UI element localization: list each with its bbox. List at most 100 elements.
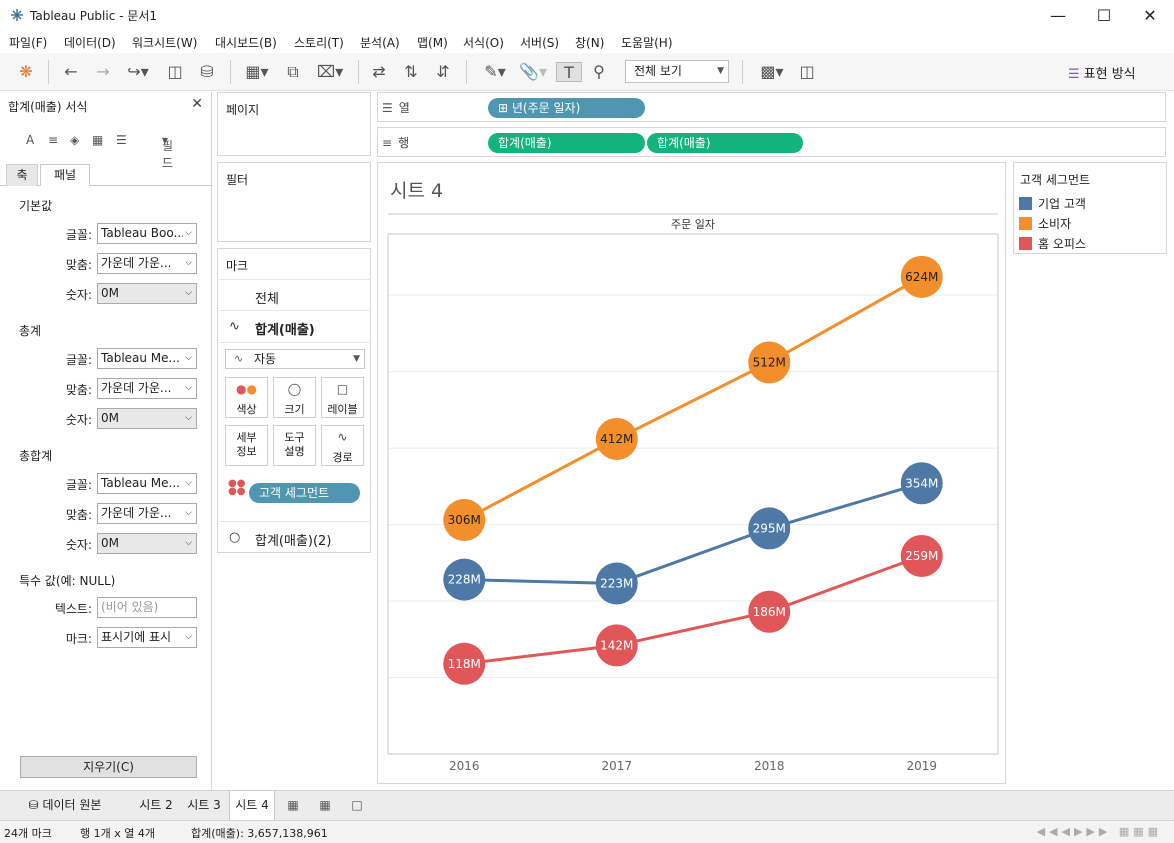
new-dashboard-icon[interactable]: ▦ bbox=[314, 791, 336, 820]
show-me-button[interactable]: ☰ 표현 방식 bbox=[1068, 63, 1136, 82]
fix-axes-icon[interactable]: ⚲ bbox=[588, 62, 610, 82]
data-label: 295M bbox=[753, 521, 786, 535]
data-label: 223M bbox=[600, 576, 633, 590]
menu-map[interactable]: 맵(M) bbox=[417, 34, 448, 51]
sheet-navigation-icons[interactable]: ◀◀◀▶▶▶ ▦▦▦ bbox=[1037, 825, 1162, 838]
grand-totals-number-select[interactable]: 0M ⌵ bbox=[97, 533, 197, 554]
new-worksheet-icon[interactable]: ▦▾ bbox=[240, 62, 274, 82]
color-pill-segment[interactable]: 고객 세그먼트 bbox=[249, 483, 360, 503]
default-font-select[interactable]: Tableau Boo... ⌵ bbox=[97, 223, 197, 244]
sheet-tab[interactable]: 시트 2 bbox=[133, 791, 179, 820]
label-button[interactable]: □ 레이블 bbox=[321, 377, 364, 418]
sheet-tab-active[interactable]: 시트 4 bbox=[229, 791, 275, 820]
maximize-icon[interactable]: ☐ bbox=[1081, 0, 1127, 31]
lines-format-icon[interactable]: ☰ bbox=[116, 133, 127, 147]
clear-button[interactable]: 지우기(C) bbox=[20, 756, 197, 778]
menu-format[interactable]: 서식(O) bbox=[463, 34, 504, 51]
menu-analysis[interactable]: 분석(A) bbox=[360, 34, 400, 51]
status-marks: 24개 마크 bbox=[4, 827, 52, 840]
year-order-date-pill[interactable]: ⊞ 년(주문 일자) bbox=[488, 98, 645, 118]
filters-card[interactable]: 필터 bbox=[217, 162, 371, 242]
menu-window[interactable]: 창(N) bbox=[575, 34, 604, 51]
sort-ascending-icon[interactable]: ⇅ bbox=[400, 62, 422, 82]
grand-totals-font-select[interactable]: Tableau Me... ⌵ bbox=[97, 473, 197, 494]
sum-sales-pill[interactable]: 합계(매출) bbox=[488, 133, 645, 153]
borders-format-icon[interactable]: ▦ bbox=[92, 133, 103, 147]
tab-axis[interactable]: 축 bbox=[6, 164, 38, 186]
tab-pane[interactable]: 패널 bbox=[40, 164, 90, 186]
replay-icon[interactable]: ↪▾ bbox=[122, 62, 154, 82]
show-me-icon: ☰ bbox=[1068, 67, 1080, 82]
sum-sales-pill[interactable]: 합계(매출) bbox=[647, 133, 803, 153]
rows-shelf[interactable]: ≡ 행 합계(매출) 합계(매출) bbox=[377, 127, 1166, 157]
presentation-mode-icon[interactable]: ◫ bbox=[796, 62, 818, 82]
x-tick-label: 2019 bbox=[906, 759, 937, 773]
path-button[interactable]: ∿ 경로 bbox=[321, 425, 364, 466]
window-title: Tableau Public - 문서1 bbox=[30, 9, 157, 23]
alignment-format-icon[interactable]: ≡ bbox=[48, 133, 58, 147]
redo-icon[interactable]: → bbox=[92, 62, 114, 82]
pages-card[interactable]: 페이지 bbox=[217, 92, 371, 156]
menu-data[interactable]: 데이터(D) bbox=[64, 34, 116, 51]
color-button[interactable]: ●● 색상 bbox=[225, 377, 268, 418]
swap-rows-columns-icon[interactable]: ⇄ bbox=[368, 62, 390, 82]
font-format-icon[interactable]: A bbox=[26, 133, 34, 147]
clear-sheet-icon[interactable]: ⌧▾ bbox=[312, 62, 348, 82]
section-special-values-heading: 특수 값(예: NULL) bbox=[19, 574, 116, 588]
show-mark-labels-icon[interactable]: T bbox=[556, 62, 582, 82]
default-alignment-select[interactable]: 가운데 가운... ⌵ bbox=[97, 253, 197, 274]
new-datasource-icon[interactable]: ⛁ bbox=[196, 62, 218, 82]
data-source-tab[interactable]: ⛁ 데이터 원본 bbox=[0, 791, 130, 820]
view-fit-select[interactable]: 전체 보기 ▼ bbox=[625, 60, 729, 83]
fields-dropdown[interactable]: 필드 ▾ bbox=[162, 133, 173, 170]
legend-item[interactable]: 홈 오피스 bbox=[1019, 235, 1086, 252]
columns-shelf[interactable]: ☰ 열 ⊞ 년(주문 일자) bbox=[377, 92, 1166, 122]
new-worksheet-icon[interactable]: ▦ bbox=[282, 791, 304, 820]
data-label: 259M bbox=[905, 549, 938, 563]
menu-worksheet[interactable]: 워크시트(W) bbox=[132, 34, 197, 51]
menu-help[interactable]: 도움말(H) bbox=[621, 34, 673, 51]
tableau-home-icon[interactable]: ❋ bbox=[16, 62, 36, 82]
new-story-icon[interactable]: □ bbox=[346, 791, 368, 820]
mark-type-select[interactable]: ∿ 자동 ▼ bbox=[225, 349, 365, 369]
format-icon-bar: A ≡ ◈ ▦ ☰ 필드 ▾ bbox=[0, 129, 212, 170]
menu-story[interactable]: 스토리(T) bbox=[294, 34, 344, 51]
legend-item[interactable]: 기업 고객 bbox=[1019, 195, 1086, 212]
totals-number-select[interactable]: 0M ⌵ bbox=[97, 408, 197, 429]
default-number-select[interactable]: 0M ⌵ bbox=[97, 283, 197, 304]
menu-server[interactable]: 서버(S) bbox=[520, 34, 559, 51]
mark-label: 마크: bbox=[65, 632, 92, 646]
columns-icon: ☰ bbox=[382, 101, 393, 115]
detail-button[interactable]: 세부 정보 bbox=[225, 425, 268, 466]
totals-font-select[interactable]: Tableau Me... ⌵ bbox=[97, 348, 197, 369]
close-window-icon[interactable]: ✕ bbox=[1127, 0, 1173, 31]
undo-icon[interactable]: ← bbox=[60, 62, 82, 82]
menu-file[interactable]: 파일(F) bbox=[9, 34, 47, 51]
data-label: 228M bbox=[448, 573, 481, 587]
special-mark-select[interactable]: 표시기에 표시 ⌵ bbox=[97, 627, 197, 648]
group-members-icon[interactable]: 📎▾ bbox=[516, 62, 550, 82]
special-text-input[interactable]: (비어 있음) bbox=[97, 597, 197, 618]
data-label: 118M bbox=[448, 657, 481, 671]
size-button[interactable]: ◯ 크기 bbox=[273, 377, 316, 418]
close-icon[interactable]: ✕ bbox=[191, 96, 203, 112]
minimize-icon[interactable]: — bbox=[1035, 0, 1081, 31]
marks-measure1-tab[interactable]: ∿ 합계(매출) bbox=[219, 311, 371, 343]
totals-alignment-select[interactable]: 가운데 가운... ⌵ bbox=[97, 378, 197, 399]
menu-dashboard[interactable]: 대시보드(B) bbox=[215, 34, 277, 51]
highlight-icon[interactable]: ✎▾ bbox=[478, 62, 512, 82]
pages-card-title: 페이지 bbox=[226, 103, 260, 117]
save-icon[interactable]: ◫ bbox=[164, 62, 186, 82]
shading-format-icon[interactable]: ◈ bbox=[70, 133, 79, 147]
grand-totals-alignment-select[interactable]: 가운데 가운... ⌵ bbox=[97, 503, 197, 524]
tooltip-button[interactable]: 도구 설명 bbox=[273, 425, 316, 466]
sheet-tab[interactable]: 시트 3 bbox=[181, 791, 227, 820]
marks-measure2-tab[interactable]: ○ 합계(매출)(2) bbox=[219, 521, 371, 553]
duplicate-sheet-icon[interactable]: ⧉ bbox=[282, 62, 304, 82]
format-pane-title: 합계(매출) 서식 bbox=[8, 100, 88, 114]
sort-descending-icon[interactable]: ⇵ bbox=[432, 62, 454, 82]
marks-all-tab[interactable]: 전체 bbox=[219, 279, 371, 311]
show-cards-icon[interactable]: ▩▾ bbox=[754, 62, 790, 82]
circle-mark-icon: ○ bbox=[229, 530, 241, 545]
legend-item[interactable]: 소비자 bbox=[1019, 215, 1071, 232]
